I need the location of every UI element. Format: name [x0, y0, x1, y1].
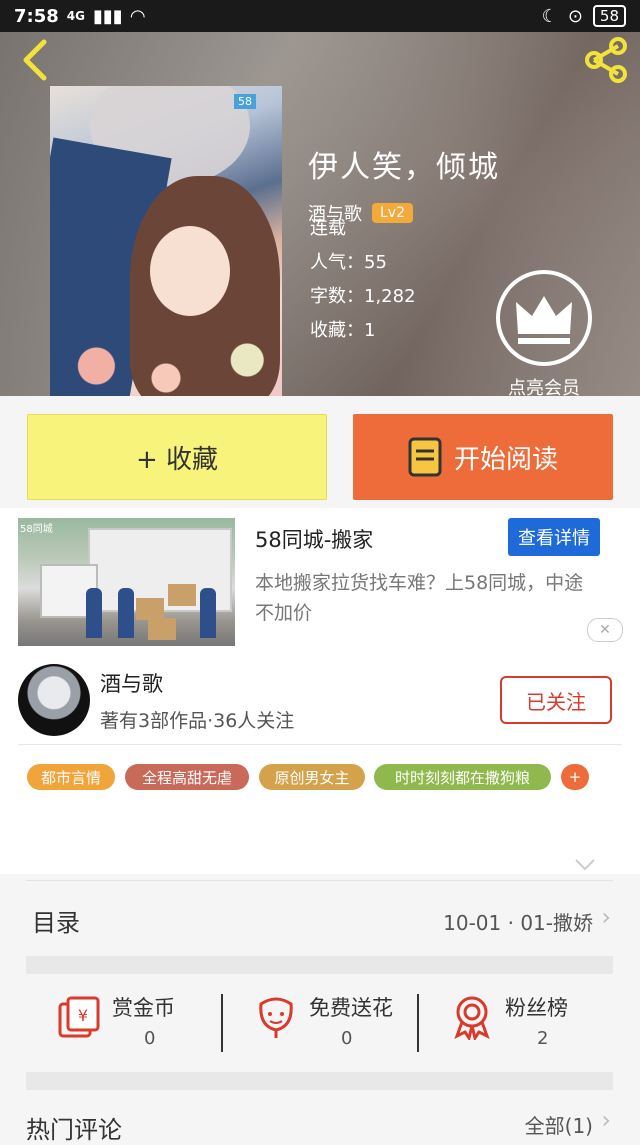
tag-label: 原创男女主 [274, 768, 350, 787]
word-count: 字数：1,282 [310, 286, 416, 307]
ad-close-button[interactable]: ✕ [587, 618, 623, 642]
cover-tag: 58 [234, 94, 256, 109]
stat-label: 粉丝榜 [505, 996, 568, 1020]
author-card-subtitle: 著有3部作品·36人关注 [100, 710, 295, 732]
tag-label: 都市言情 [40, 768, 101, 787]
signal-icon: ▮▮▮ [92, 5, 123, 27]
clock: 7:58 [14, 5, 59, 27]
share-icon[interactable] [580, 34, 632, 86]
gold-envelope-icon: ¥ [58, 996, 100, 1038]
ad-box [136, 598, 164, 620]
hot-comments-header[interactable]: 热门评论 全部(1) › [26, 1092, 613, 1144]
add-to-collection-button[interactable]: + 收藏 [27, 414, 327, 500]
ad-worker [118, 588, 134, 638]
add-tag-button[interactable]: + [561, 764, 589, 790]
advertisement[interactable]: 58同城 58同城-搬家 查看详情 本地搬家拉货找车难？上58同城，中途不加价 … [0, 508, 640, 656]
all-comments-link[interactable]: 全部(1) [525, 1110, 593, 1139]
book-header: 58 伊人笑，倾城 酒与歌 Lv2 连载 人气：55 字数：1,282 收藏：1… [0, 32, 640, 396]
tag-item[interactable]: 全程高甜无虐 [125, 764, 249, 790]
stat-flower[interactable]: 免费送花 0 [223, 984, 418, 1064]
vip-label[interactable]: 点亮会员 [494, 374, 594, 396]
cover-art-flowers [50, 336, 282, 396]
tag-list: 都市言情 全程高甜无虐 原创男女主 时时刻刻都在撒狗粮 + [0, 746, 640, 874]
toc-label: 目录 [32, 909, 80, 937]
ad-worker [86, 588, 102, 638]
author-card: 酒与歌 著有3部作品·36人关注 已关注 [0, 656, 640, 746]
follow-button[interactable]: 已关注 [500, 676, 612, 724]
stat-value: 2 [537, 1028, 549, 1049]
ad-detail-button[interactable]: 查看详情 [508, 518, 600, 556]
ad-description: 本地搬家拉货找车难？上58同城，中途不加价 [255, 572, 584, 624]
svg-text:¥: ¥ [78, 1006, 88, 1025]
crown-icon[interactable] [494, 268, 594, 368]
ad-worker [200, 588, 216, 638]
section-gap [26, 1072, 613, 1090]
book-cover[interactable]: 58 [50, 86, 282, 396]
flower-icon [259, 997, 293, 1038]
stats-row: ¥ 赏金币 0 免费送花 0 粉丝榜 2 [26, 974, 613, 1070]
ad-image[interactable]: 58同城 [18, 518, 235, 646]
table-of-contents-row[interactable]: 目录 10-01 · 01-撒娇 › [26, 880, 613, 957]
stat-label: 免费送花 [309, 996, 393, 1020]
tag-item[interactable]: 时时刻刻都在撒狗粮 [374, 764, 551, 790]
section-gap [26, 956, 613, 974]
favorites-count: 收藏：1 [310, 320, 376, 341]
level-badge: Lv2 [372, 203, 413, 223]
ad-box [148, 618, 176, 640]
serial-status: 连载 [310, 218, 346, 239]
lock-icon: ⊙ [567, 5, 583, 27]
moon-icon: ☾ [541, 5, 558, 27]
status-bar: 7:58 4G ▮▮▮ ◠ ☾ ⊙ 58 [0, 0, 640, 32]
back-arrow-icon[interactable] [18, 38, 52, 82]
latest-chapter: 10-01 · 01-撒娇 [443, 911, 593, 935]
hot-comments-label: 热门评论 [26, 1116, 122, 1144]
tag-label: + [568, 768, 582, 786]
stat-label: 赏金币 [112, 996, 175, 1020]
tag-item[interactable]: 都市言情 [27, 764, 115, 790]
tag-label: 时时刻刻都在撒狗粮 [394, 768, 530, 787]
chevron-right-icon: › [601, 1106, 611, 1134]
tag-label: 全程高甜无虐 [141, 768, 232, 787]
divider [18, 744, 622, 745]
battery-indicator: 58 [592, 5, 626, 27]
chevron-right-icon: › [601, 903, 611, 931]
start-reading-label: 开始阅读 [453, 444, 558, 475]
book-title: 伊人笑，倾城 [308, 150, 500, 185]
wifi-icon: ◠ [130, 5, 145, 27]
ad-box [168, 584, 196, 606]
popularity: 人气：55 [310, 252, 387, 273]
chevron-down-icon[interactable] [574, 858, 596, 872]
medal-icon [454, 996, 490, 1040]
author-avatar[interactable] [18, 664, 90, 736]
ad-logo: 58同城 [20, 524, 53, 535]
stat-value: 0 [341, 1028, 353, 1049]
tag-item[interactable]: 原创男女主 [259, 764, 365, 790]
author-card-name[interactable]: 酒与歌 [100, 668, 163, 698]
stat-value: 0 [144, 1028, 156, 1049]
cover-art-face [150, 226, 230, 316]
stat-gold[interactable]: ¥ 赏金币 0 [26, 984, 221, 1064]
ad-title[interactable]: 58同城-搬家 [255, 524, 373, 554]
stat-fans[interactable]: 粉丝榜 2 [419, 984, 614, 1064]
book-icon [408, 437, 442, 477]
network-type: 4G [66, 9, 85, 23]
start-reading-button[interactable]: 开始阅读 [353, 414, 613, 500]
